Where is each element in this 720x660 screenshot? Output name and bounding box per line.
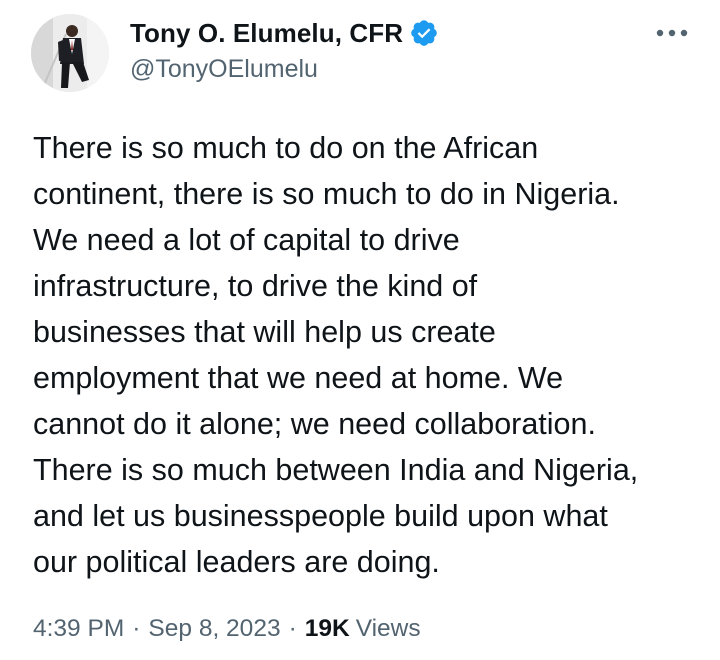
tweet-time-link[interactable]: 4:39 PM	[33, 615, 124, 643]
author-name[interactable]: Tony O. Elumelu, CFR	[130, 18, 403, 49]
avatar[interactable]	[31, 14, 109, 92]
meta-separator: ·	[132, 615, 141, 642]
views-label[interactable]: Views	[356, 615, 421, 643]
verified-badge-icon	[409, 18, 439, 48]
tweet-meta: 4:39 PM · Sep 8, 2023 · 19K Views	[33, 615, 421, 643]
more-horizontal-icon	[656, 29, 688, 37]
author-handle[interactable]: @TonyOElumelu	[130, 55, 318, 84]
more-options-button[interactable]	[652, 20, 692, 46]
profile-photo-icon	[31, 14, 109, 92]
views-count[interactable]: 19K	[305, 615, 350, 643]
author-name-row: Tony O. Elumelu, CFR	[130, 16, 439, 50]
meta-separator: ·	[288, 615, 297, 642]
tweet-date-link[interactable]: Sep 8, 2023	[148, 615, 280, 643]
tweet-text: There is so much to do on the African co…	[33, 131, 639, 579]
tweet: Tony O. Elumelu, CFR @TonyOElumelu There…	[0, 0, 720, 660]
